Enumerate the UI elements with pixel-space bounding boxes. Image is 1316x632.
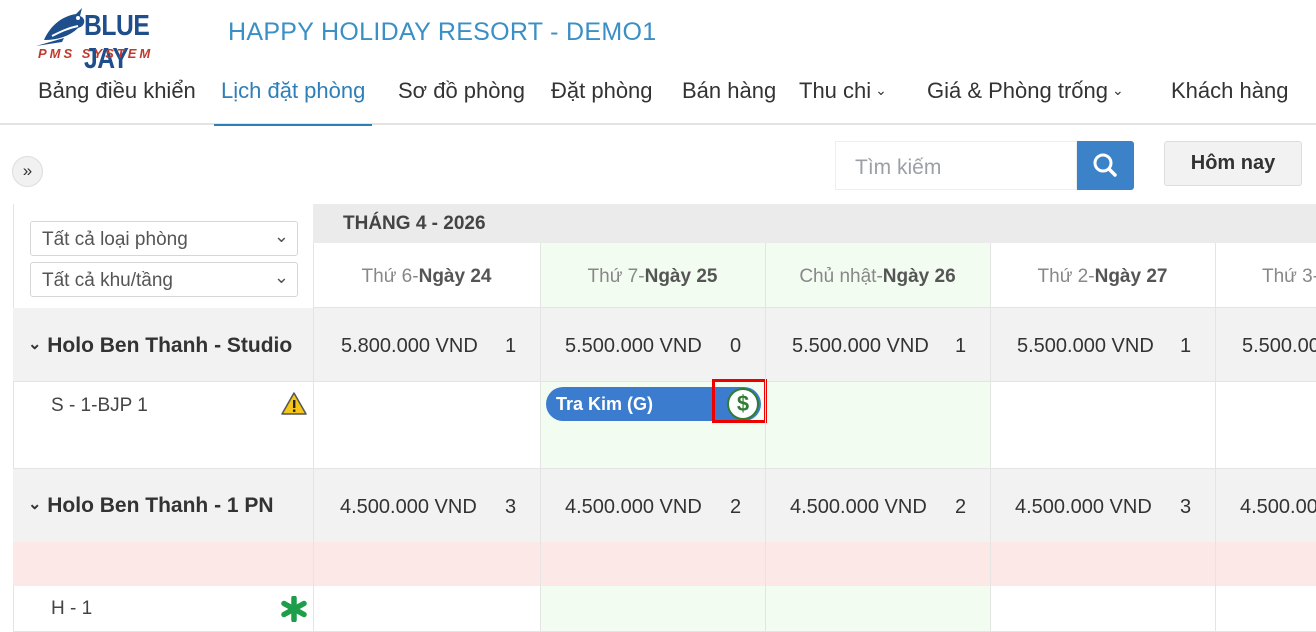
unavailable-row [13,542,1316,586]
today-button[interactable]: Hôm nay [1164,141,1302,186]
grid-line [313,243,314,632]
room-row [13,586,1316,632]
day-header: Thứ 3- [1215,243,1316,308]
rate-price[interactable]: 4.500.00 [1240,496,1316,519]
weekday-label: Thứ 3- [1262,266,1316,287]
nav-sales[interactable]: Bán hàng [682,70,776,125]
booking-guest-name: Tra Kim (G) [556,394,654,414]
brand-name: BLUE JAY [84,10,150,75]
grid-line [1215,243,1216,632]
grid-line [540,243,541,632]
nav-label: Khách hàng [1171,78,1289,103]
area-floor-value: Tất cả khu/tầng [42,270,173,291]
chevron-down-icon: ⌄ [273,267,289,287]
availability-count: 3 [505,496,517,518]
availability-count: 2 [955,496,967,518]
rate-price[interactable]: 5.500.000 VND [565,335,702,358]
nav-label: Sơ đồ phòng [398,78,525,103]
hotel-title: HAPPY HOLIDAY RESORT - DEMO1 [228,18,657,46]
day-header: Thứ 6-Ngày 24 [313,243,540,308]
day-header: Chủ nhật-Ngày 26 [765,243,990,308]
search-placeholder: Tìm kiếm [855,156,942,179]
weekday-label: Thứ 7- [587,266,645,287]
asterisk-icon [281,596,307,622]
sidebar-toggle-button[interactable]: » [12,156,43,187]
grid-line [990,243,991,632]
area-floor-select[interactable]: Tất cả khu/tầng ⌄ [30,262,298,297]
day-label: Ngày 27 [1094,266,1168,287]
nav-label: Đặt phòng [551,78,653,103]
day-label: Ngày 24 [418,266,492,287]
rate-price[interactable]: 5.500.000 VND [1017,335,1154,358]
chevron-down-icon: ⌄ [28,336,42,353]
availability-count: 0 [730,335,742,357]
room-type-group-label[interactable]: ⌄ Holo Ben Thanh - Studio [28,334,292,358]
nav-income-expense[interactable]: Thu chi ⌄ [799,70,887,125]
app-header: BLUE JAY PMS SYSTEM HAPPY HOLIDAY RESORT… [0,0,1316,126]
search-input[interactable]: Tìm kiếm [835,141,1077,190]
day-header: Thứ 2-Ngày 27 [990,243,1215,308]
availability-count: 1 [505,335,517,357]
availability-count: 2 [730,496,742,518]
day-header: Thứ 7-Ngày 25 [540,243,765,308]
nav-reservation[interactable]: Đặt phòng [551,70,653,125]
room-name[interactable]: H - 1 [51,598,92,620]
rate-price[interactable]: 5.500.00 [1242,335,1316,358]
brand-logo[interactable]: BLUE JAY PMS SYSTEM [34,6,194,75]
month-header: THÁNG 4 - 2026 [313,204,1316,243]
room-type-select[interactable]: Tất cả loại phòng ⌄ [30,221,298,256]
nav-label: Bảng điều khiển [38,78,196,103]
nav-dashboard[interactable]: Bảng điều khiển [38,70,196,125]
rate-price[interactable]: 4.500.000 VND [340,496,477,519]
availability-count: 1 [1180,335,1192,357]
nav-label: Bán hàng [682,78,777,103]
rate-price[interactable]: 4.500.000 VND [790,496,927,519]
nav-label: Thu chi [799,78,872,103]
warning-icon [281,392,307,415]
blue-jay-bird-icon [36,8,85,46]
nav-label: Giá & Phòng trống [927,78,1109,103]
rate-price[interactable]: 5.800.000 VND [341,335,478,358]
brand-subtitle: PMS SYSTEM [38,46,154,61]
nav-label: Lịch đặt phòng [221,78,366,103]
double-chevron-right-icon: » [22,161,33,180]
day-label: Ngày 25 [644,266,718,287]
search-icon [1093,153,1117,177]
nav-booking-calendar[interactable]: Lịch đặt phòng [213,70,373,126]
chevron-down-icon: ⌄ [1112,82,1124,98]
day-label: Ngày 26 [882,266,956,287]
group-name: Holo Ben Thanh - Studio [47,334,293,357]
room-name[interactable]: S - 1-BJP 1 [51,395,148,417]
availability-count: 1 [955,335,967,357]
chevron-down-icon: ⌄ [28,496,42,513]
highlight-box [712,379,767,423]
chevron-down-icon: ⌄ [273,226,289,246]
search-button[interactable] [1077,141,1134,190]
weekday-label: Chủ nhật- [799,266,883,287]
chevron-down-icon: ⌄ [875,82,887,98]
room-type-group-label[interactable]: ⌄ Holo Ben Thanh - 1 PN [28,494,274,518]
nav-customers[interactable]: Khách hàng [1171,70,1288,125]
weekday-label: Thứ 2- [1037,266,1095,287]
nav-room-map[interactable]: Sơ đồ phòng [398,70,525,125]
rate-price[interactable]: 5.500.000 VND [792,335,929,358]
grid-line [765,243,766,632]
room-type-value: Tất cả loại phòng [42,229,188,250]
rate-price[interactable]: 4.500.000 VND [1015,496,1152,519]
weekday-label: Thứ 6- [361,266,419,287]
rate-price[interactable]: 4.500.000 VND [565,496,702,519]
group-name: Holo Ben Thanh - 1 PN [47,494,274,517]
nav-price-availability[interactable]: Giá & Phòng trống ⌄ [927,70,1124,125]
availability-count: 3 [1180,496,1192,518]
